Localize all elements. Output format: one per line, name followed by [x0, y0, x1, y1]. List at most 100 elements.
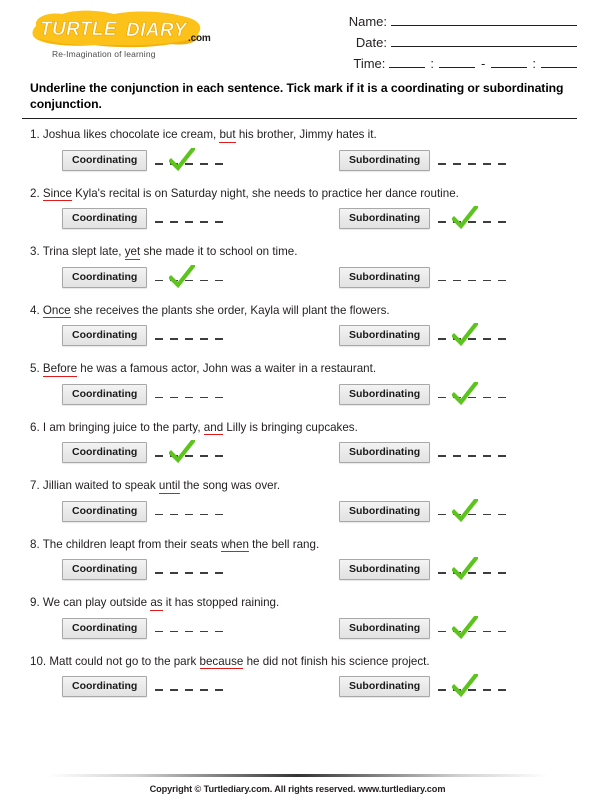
sentence-after: the song was over.: [180, 479, 281, 493]
coordinating-button[interactable]: Coordinating: [62, 617, 148, 639]
coordinating-answer-slot[interactable]: [155, 676, 229, 700]
dash-mark: [200, 630, 209, 633]
subordinating-button[interactable]: Subordinating: [339, 325, 431, 347]
dash-mark: [185, 572, 194, 574]
dash-mark: [438, 689, 447, 691]
dash-mark: [200, 513, 209, 516]
question-number: 2.: [30, 186, 43, 200]
coordinating-button[interactable]: Coordinating: [62, 500, 148, 522]
subordinating-button[interactable]: Subordinating: [339, 676, 431, 698]
name-label: Name:: [348, 14, 387, 29]
dash-mark: [498, 630, 507, 633]
time-start-hour-line[interactable]: [389, 66, 426, 68]
coordinating-button[interactable]: Coordinating: [62, 325, 148, 347]
sentence-after: his brother, Jimmy hates it.: [235, 128, 377, 142]
coordinating-answer-slot[interactable]: [155, 147, 229, 174]
coordinating-button[interactable]: Coordinating: [62, 559, 148, 581]
dash-mark: [170, 338, 179, 340]
dash-mark: [215, 513, 224, 516]
date-label: Date:: [355, 35, 387, 50]
dash-mark: [468, 162, 477, 165]
name-field-row: Name:: [267, 14, 577, 29]
sentence-before: Jillian waited to speak: [42, 479, 159, 493]
coordinating-answer-slot[interactable]: [155, 440, 229, 466]
subordinating-button[interactable]: Subordinating: [339, 500, 431, 522]
time-end-minute-line[interactable]: [541, 66, 577, 68]
time-colon-2: :: [532, 56, 536, 71]
subordinating-answer-slot[interactable]: [438, 674, 512, 700]
subordinating-answer-slot[interactable]: [438, 267, 512, 291]
dash-mark: [483, 221, 492, 223]
name-input-line[interactable]: [391, 24, 577, 26]
coordinating-button[interactable]: Coordinating: [62, 208, 148, 230]
time-colon-1: :: [430, 56, 435, 71]
subordinating-answer-slot[interactable]: [438, 381, 512, 408]
answer-group-coordinating: Coordinating: [62, 264, 339, 291]
answer-group-subordinating: Subordinating: [339, 674, 512, 700]
dash-mark: [498, 279, 507, 282]
coordinating-answer-slot[interactable]: [155, 208, 229, 232]
underlined-conjunction: until: [158, 479, 181, 494]
dash-mark: [215, 689, 224, 691]
subordinating-answer-slot[interactable]: [438, 557, 512, 583]
date-input-line[interactable]: [391, 45, 577, 47]
checkmark-icon: [452, 498, 479, 522]
brand-logo[interactable]: TURTLE DIARY .com Re-Imagination of lear…: [22, 6, 267, 59]
answer-dashes: [155, 689, 224, 691]
dash-mark: [215, 279, 224, 282]
subordinating-answer-slot[interactable]: [438, 442, 512, 466]
subordinating-button[interactable]: Subordinating: [339, 149, 431, 171]
answer-row: Coordinating Subordinating: [22, 381, 577, 412]
question-item: 4. Once she receives the plants she orde…: [22, 295, 577, 353]
question-number: 3.: [30, 245, 43, 259]
coordinating-answer-slot[interactable]: [155, 559, 229, 583]
coordinating-answer-slot[interactable]: [155, 384, 229, 408]
dash-mark: [185, 221, 194, 223]
subordinating-button[interactable]: Subordinating: [339, 383, 431, 405]
dash-mark: [155, 162, 164, 165]
dash-mark: [155, 630, 164, 633]
dash-mark: [483, 279, 492, 282]
dash-mark: [498, 455, 507, 457]
coordinating-button[interactable]: Coordinating: [62, 442, 148, 464]
coordinating-button[interactable]: Coordinating: [62, 383, 148, 405]
subordinating-answer-slot[interactable]: [438, 206, 512, 232]
coordinating-answer-slot[interactable]: [155, 264, 229, 291]
question-text: 4. Once she receives the plants she orde…: [22, 303, 577, 319]
dash-mark: [438, 455, 447, 457]
sentence-after: it has stopped raining.: [162, 596, 280, 610]
subordinating-button[interactable]: Subordinating: [339, 208, 431, 230]
question-item: 6. I am bringing juice to the party, and…: [22, 412, 577, 470]
checkmark-icon: [169, 264, 196, 289]
sentence-after: he did not finish his science project.: [243, 654, 430, 668]
sentence-before: I am bringing juice to the party,: [42, 420, 204, 434]
coordinating-button[interactable]: Coordinating: [62, 266, 148, 288]
question-number: 10.: [30, 654, 50, 668]
checkmark-icon: [452, 615, 479, 639]
answer-group-coordinating: Coordinating: [62, 208, 339, 232]
time-end-hour-line[interactable]: [491, 66, 528, 68]
checkmark-icon: [452, 674, 479, 698]
coordinating-answer-slot[interactable]: [155, 325, 229, 349]
dash-mark: [483, 630, 492, 633]
answer-group-subordinating: Subordinating: [339, 615, 512, 642]
subordinating-button[interactable]: Subordinating: [339, 559, 431, 581]
dash-mark: [215, 630, 224, 633]
subordinating-button[interactable]: Subordinating: [339, 266, 431, 288]
subordinating-answer-slot[interactable]: [438, 615, 512, 642]
coordinating-answer-slot[interactable]: [155, 618, 229, 642]
time-start-minute-line[interactable]: [439, 66, 476, 68]
answer-group-coordinating: Coordinating: [62, 325, 339, 349]
coordinating-button[interactable]: Coordinating: [62, 149, 148, 171]
subordinating-answer-slot[interactable]: [438, 150, 512, 174]
coordinating-button[interactable]: Coordinating: [62, 676, 148, 698]
subordinating-answer-slot[interactable]: [438, 498, 512, 525]
subordinating-button[interactable]: Subordinating: [339, 442, 431, 464]
coordinating-answer-slot[interactable]: [155, 501, 229, 525]
subordinating-button[interactable]: Subordinating: [339, 617, 431, 639]
dash-mark: [155, 513, 164, 516]
dash-mark: [200, 396, 209, 399]
subordinating-answer-slot[interactable]: [438, 323, 512, 349]
page-header: TURTLE DIARY .com Re-Imagination of lear…: [0, 0, 595, 74]
question-item: 5. Before he was a famous actor, John wa…: [22, 353, 577, 411]
